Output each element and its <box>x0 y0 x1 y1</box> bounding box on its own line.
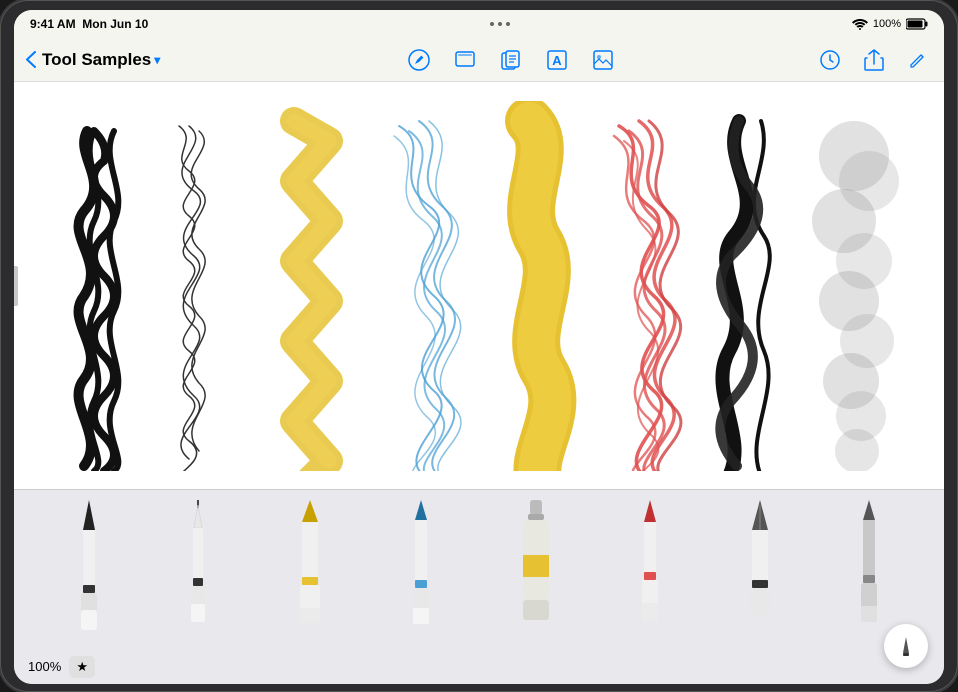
ipad-screen: 9:41 AM Mon Jun 10 100% <box>14 10 944 684</box>
draw-tool-icon[interactable] <box>405 46 433 74</box>
brush-strokes-canvas <box>29 101 929 471</box>
tools-row <box>14 490 944 650</box>
layers-icon[interactable] <box>451 46 479 74</box>
star-badge[interactable]: ★ <box>69 656 95 678</box>
toolbar-right <box>816 46 932 74</box>
bottom-panel: 100% ★ <box>14 489 944 684</box>
back-button[interactable] <box>26 51 36 68</box>
pencil-fab-button[interactable] <box>884 624 928 668</box>
battery-label: 100% <box>873 18 901 30</box>
bottom-footer: 100% ★ <box>14 649 944 684</box>
battery-icon <box>906 18 928 30</box>
zoom-label: 100% <box>28 659 61 674</box>
tool-calligraphy[interactable] <box>742 500 778 630</box>
stroke-crayon-scribble <box>614 121 681 471</box>
tool-marker[interactable] <box>290 500 330 630</box>
status-dot-1 <box>490 22 494 26</box>
wifi-icon <box>852 18 868 30</box>
title-chevron-icon[interactable]: ▾ <box>154 53 160 67</box>
status-dot-3 <box>506 22 510 26</box>
tool-airbrush[interactable] <box>851 500 887 630</box>
toolbar-center: A <box>206 46 816 74</box>
status-dot-2 <box>498 22 502 26</box>
status-right: 100% <box>852 18 928 30</box>
share-icon[interactable] <box>860 46 888 74</box>
svg-text:A: A <box>552 53 562 68</box>
stroke-marker-wave <box>294 121 329 471</box>
document-title: Tool Samples ▾ <box>42 50 160 70</box>
tool-brushpen[interactable] <box>403 500 439 630</box>
canvas-area <box>14 82 944 489</box>
tool-pen[interactable] <box>71 500 107 630</box>
text-icon[interactable]: A <box>543 46 571 74</box>
stroke-pen-loops <box>179 126 205 471</box>
status-time: 9:41 AM Mon Jun 10 <box>30 17 148 31</box>
stroke-pen-wave <box>79 131 119 471</box>
tool-fineliner[interactable] <box>180 500 216 630</box>
stroke-pencil-scribble <box>394 121 461 471</box>
ipad-frame: 9:41 AM Mon Jun 10 100% <box>0 0 958 692</box>
stroke-paint-blob <box>529 121 552 471</box>
sidebar-thumb[interactable] <box>14 266 18 306</box>
edit-icon[interactable] <box>904 46 932 74</box>
stroke-watercolor <box>812 121 899 471</box>
image-icon[interactable] <box>589 46 617 74</box>
stroke-calligraphy <box>720 121 769 471</box>
tool-crayon[interactable] <box>632 500 668 630</box>
status-bar: 9:41 AM Mon Jun 10 100% <box>14 10 944 38</box>
status-center <box>490 22 510 26</box>
tool-paint[interactable] <box>513 500 559 630</box>
toolbar: Tool Samples ▾ <box>14 38 944 82</box>
pages-icon[interactable] <box>497 46 525 74</box>
clock-icon[interactable] <box>816 46 844 74</box>
toolbar-left: Tool Samples ▾ <box>26 50 206 70</box>
